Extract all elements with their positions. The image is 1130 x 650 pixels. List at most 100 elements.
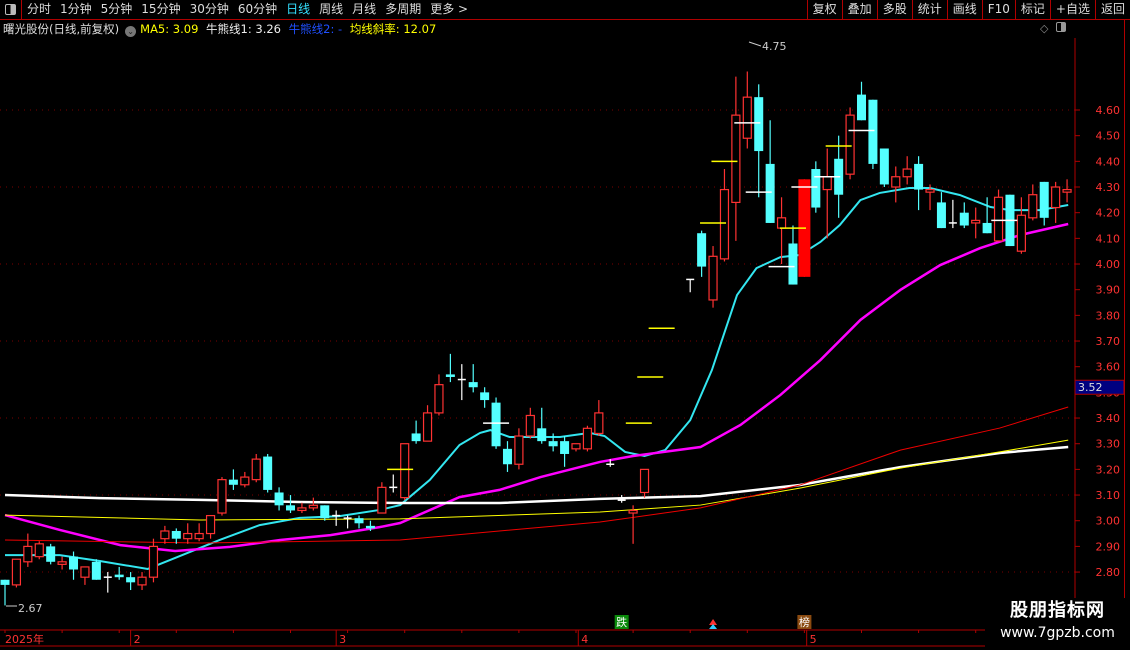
candle <box>286 495 295 514</box>
candle <box>537 407 547 444</box>
candle-body <box>925 188 935 193</box>
candle <box>1039 181 1049 226</box>
candle-body <box>194 532 204 540</box>
price-tick-label: 3.10 <box>1096 489 1121 502</box>
candle <box>582 425 593 452</box>
candle <box>959 202 969 229</box>
candle-body <box>594 412 604 435</box>
candle <box>400 443 410 501</box>
date-label: 4 <box>581 633 588 646</box>
candle-body <box>263 456 273 490</box>
low-price-annotation: 2.67 <box>18 602 43 615</box>
candle-body <box>422 412 433 442</box>
candle <box>686 278 695 293</box>
current-price-label: 3.52 <box>1078 381 1103 394</box>
candle <box>23 533 33 567</box>
candle <box>948 199 957 229</box>
candle <box>377 482 387 514</box>
candle <box>1028 184 1038 221</box>
candle <box>389 474 398 493</box>
candle <box>57 556 67 570</box>
candle <box>468 364 478 393</box>
price-tick-label: 3.60 <box>1096 361 1121 374</box>
candle-body <box>708 255 718 301</box>
candle-body <box>11 558 22 586</box>
date-label: 2025年 <box>5 632 44 646</box>
signal-badge-label: 跌 <box>616 615 627 629</box>
candle <box>103 572 112 593</box>
candle <box>708 246 718 308</box>
candle <box>445 353 455 383</box>
candle-body <box>639 468 650 494</box>
candle-body <box>0 579 10 585</box>
candle <box>228 469 238 490</box>
candle-body <box>445 374 455 377</box>
candle-body <box>822 176 832 191</box>
kline-chart[interactable]: 4.60 4.50 4.40 4.30 4.20 4.10 4.00 3.90 3.80 3.70… <box>0 0 1130 650</box>
candle <box>126 572 136 591</box>
candle <box>332 510 341 526</box>
candle <box>171 528 181 544</box>
candle <box>434 374 444 416</box>
candle-body <box>788 243 798 285</box>
price-tick-label: 2.90 <box>1096 540 1121 553</box>
candle-body <box>582 427 593 450</box>
candle <box>263 453 273 493</box>
candle <box>205 514 216 539</box>
candle-body <box>776 217 787 229</box>
candle <box>354 515 364 529</box>
candle-body <box>91 561 101 580</box>
candle-body <box>23 545 33 563</box>
price-tick-label: 3.30 <box>1096 438 1121 451</box>
candle-body <box>742 96 752 139</box>
candle-body <box>240 476 250 486</box>
candle <box>183 523 193 544</box>
ma-line-white <box>4 445 1069 505</box>
candle-body <box>914 163 924 190</box>
candle <box>639 468 650 498</box>
candle <box>560 436 570 467</box>
candle-body <box>377 486 387 514</box>
candle-body <box>400 443 410 499</box>
candle <box>879 148 889 188</box>
candle-body <box>34 543 44 558</box>
candle-body <box>902 168 912 178</box>
candle <box>251 453 261 483</box>
candle-body <box>697 233 707 267</box>
candle <box>571 443 581 452</box>
candle-body <box>228 479 238 485</box>
candle <box>114 566 124 580</box>
candle-body <box>548 441 558 447</box>
candle <box>788 225 798 285</box>
price-tick-label: 3.90 <box>1096 284 1121 297</box>
price-tick-label: 4.20 <box>1096 207 1121 220</box>
candle <box>297 502 307 514</box>
ma-line-cyan <box>5 187 1069 571</box>
candle-body <box>514 435 524 465</box>
candle-body <box>868 99 878 164</box>
candle-body <box>1039 181 1049 218</box>
candle-body <box>114 574 124 578</box>
candle-body <box>468 382 478 388</box>
candle <box>936 192 946 229</box>
price-tick-label: 2.80 <box>1096 566 1121 579</box>
candle-body <box>80 566 90 578</box>
candle <box>845 107 855 180</box>
candle-body <box>982 222 992 234</box>
candle-body <box>365 525 375 529</box>
candle <box>857 81 866 121</box>
candle <box>891 166 901 203</box>
candle-body <box>537 428 547 442</box>
candle <box>742 71 752 149</box>
candle <box>971 207 981 239</box>
date-label: 2 <box>134 633 141 646</box>
signal-badge-label: 榜 <box>799 615 810 629</box>
price-tick-label: 3.70 <box>1096 335 1121 348</box>
candle-body <box>1016 214 1026 252</box>
high-arrow-icon <box>748 41 762 47</box>
candle-body <box>628 509 638 514</box>
candle-body <box>993 196 1004 242</box>
candle-body <box>971 219 981 224</box>
candle <box>0 579 10 606</box>
candle-body <box>57 561 67 565</box>
